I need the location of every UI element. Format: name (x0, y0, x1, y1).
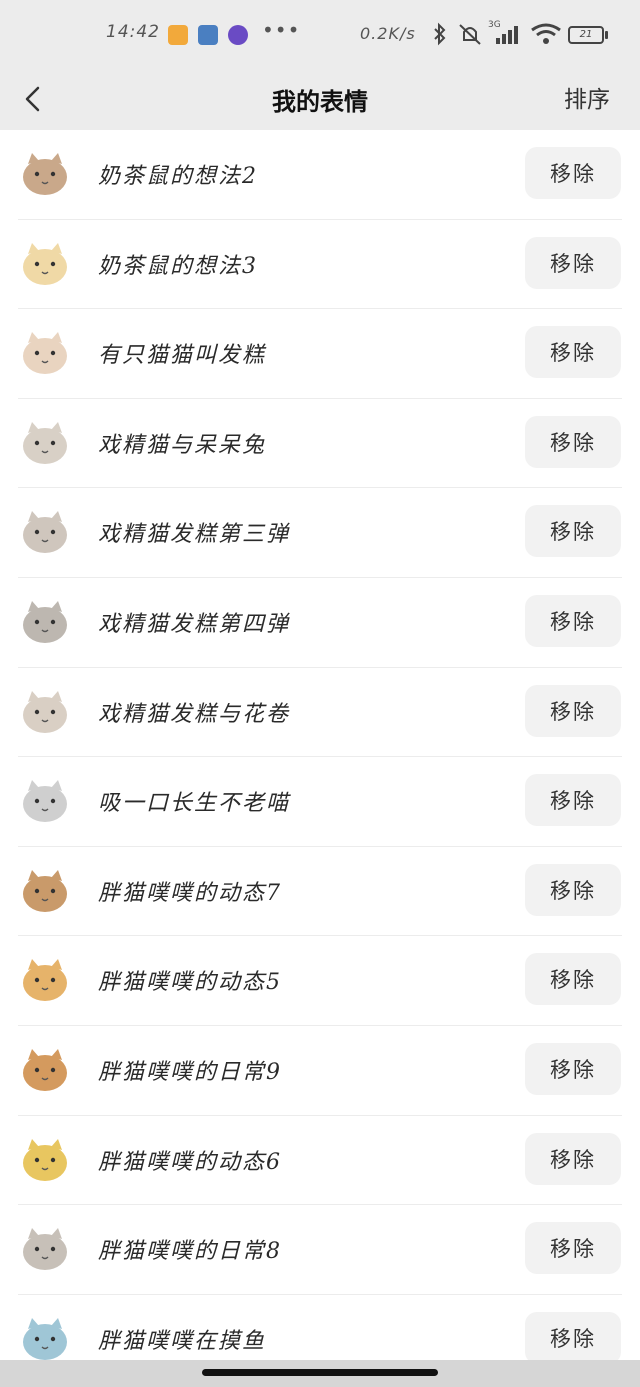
sticker-row[interactable]: 戏精猫与呆呆兔 移除 (0, 399, 640, 489)
sticker-name: 胖猫噗噗的日常8 (98, 1239, 282, 1265)
remove-button[interactable]: 移除 (525, 684, 621, 737)
sticker-row[interactable]: 戏精猫发糕与花卷 移除 (0, 668, 640, 758)
sticker-name: 奶茶鼠的想法2 (98, 164, 258, 189)
status-bar: 14:42 ••• 0.2K/s 3G 21 (0, 0, 640, 68)
purple-app-icon (228, 25, 248, 45)
sticker-row[interactable]: 奶茶鼠的想法3 移除 (0, 220, 640, 310)
sticker-list: 奶茶鼠的想法2 移除 奶茶鼠的想法3 移除 有只猫猫叫发糕 移除 戏精猫与呆呆兔 移除 戏精猫发… (0, 130, 640, 1384)
sticker-name: 胖猫噗噗的动态6 (98, 1149, 282, 1175)
sticker-name: 戏精猫发糕第四弹 (98, 611, 291, 637)
title-bar: 我的表情 排序 (0, 68, 640, 130)
sticker-name: 胖猫噗噗的日常9 (98, 1059, 282, 1085)
navigation-bar (0, 1360, 640, 1387)
sticker-name: 戏精猫发糕与花卷 (98, 701, 291, 727)
sticker-row[interactable]: 戏精猫发糕第四弹 移除 (0, 578, 640, 668)
cat-sticker-icon (23, 780, 67, 823)
remove-button[interactable]: 移除 (525, 594, 621, 647)
net-speed: 0.2K/s (360, 24, 416, 43)
remove-button[interactable]: 移除 (525, 415, 621, 468)
sticker-name: 胖猫噗噗的动态7 (98, 880, 282, 906)
cat-sticker-icon (23, 1138, 67, 1181)
mouse-sticker-icon (23, 242, 67, 285)
remove-button[interactable]: 移除 (525, 326, 621, 379)
cat-sticker-icon (23, 511, 67, 554)
sticker-row[interactable]: 胖猫噗噗的日常8 移除 (0, 1205, 640, 1295)
remove-button[interactable]: 移除 (525, 1042, 621, 1095)
sticker-name: 胖猫噗噗在摸鱼 (98, 1328, 267, 1354)
sticker-row[interactable]: 胖猫噗噗的动态5 移除 (0, 936, 640, 1026)
remove-button[interactable]: 移除 (525, 1222, 621, 1275)
remove-button[interactable]: 移除 (525, 147, 621, 199)
signal-icon (496, 26, 518, 44)
remove-button[interactable]: 移除 (525, 1132, 621, 1185)
battery-tip (605, 31, 608, 39)
cat-sticker-icon (23, 869, 67, 912)
sticker-name: 戏精猫与呆呆兔 (98, 432, 267, 458)
orange-app-icon (168, 25, 188, 45)
bell-muted-icon (459, 24, 481, 45)
cat-sticker-icon (23, 690, 67, 733)
wifi-icon (531, 23, 561, 44)
remove-button[interactable]: 移除 (525, 1311, 621, 1364)
sticker-row[interactable]: 奶茶鼠的想法2 移除 (0, 130, 640, 220)
sticker-name: 有只猫猫叫发糕 (98, 343, 267, 369)
cat-sticker-icon (23, 1048, 67, 1091)
sticker-row[interactable]: 吸一口长生不老喵 移除 (0, 757, 640, 847)
sort-button[interactable]: 排序 (564, 80, 610, 114)
sticker-name: 胖猫噗噗的动态5 (98, 970, 282, 996)
page-title: 我的表情 (272, 87, 368, 116)
sticker-row[interactable]: 戏精猫发糕第三弹 移除 (0, 488, 640, 578)
bluetooth-icon (434, 22, 446, 46)
back-button[interactable] (16, 76, 56, 122)
remove-button[interactable]: 移除 (525, 505, 621, 558)
battery-level: 21 (579, 29, 593, 40)
sticker-name: 吸一口长生不老喵 (98, 791, 291, 817)
cat-sticker-icon (23, 1317, 67, 1360)
remove-button[interactable]: 移除 (525, 863, 621, 916)
sticker-row[interactable]: 有只猫猫叫发糕 移除 (0, 309, 640, 399)
chevron-left-icon (25, 86, 40, 112)
remove-button[interactable]: 移除 (525, 774, 621, 827)
sticker-name: 戏精猫发糕第三弹 (98, 522, 291, 548)
cat-sticker-icon (23, 959, 67, 1002)
cat-rabbit-sticker-icon (23, 421, 67, 464)
home-indicator[interactable] (202, 1369, 438, 1376)
cat-sticker-icon (23, 332, 67, 375)
remove-button[interactable]: 移除 (525, 953, 621, 1006)
battery-icon: 21 (568, 26, 604, 44)
sticker-row[interactable]: 胖猫噗噗的动态7 移除 (0, 847, 640, 937)
mouse-sticker-icon (23, 153, 67, 195)
cat-sticker-icon (23, 600, 67, 643)
sticker-row[interactable]: 胖猫噗噗的动态6 移除 (0, 1116, 640, 1206)
sticker-name: 奶茶鼠的想法3 (98, 253, 258, 279)
remove-button[interactable]: 移除 (525, 236, 621, 289)
sticker-row[interactable]: 胖猫噗噗的日常9 移除 (0, 1026, 640, 1116)
more-notifications-icon: ••• (262, 18, 301, 42)
cat-sticker-icon (23, 1228, 67, 1271)
gear-app-icon (198, 25, 218, 45)
status-time: 14:42 (106, 22, 160, 42)
